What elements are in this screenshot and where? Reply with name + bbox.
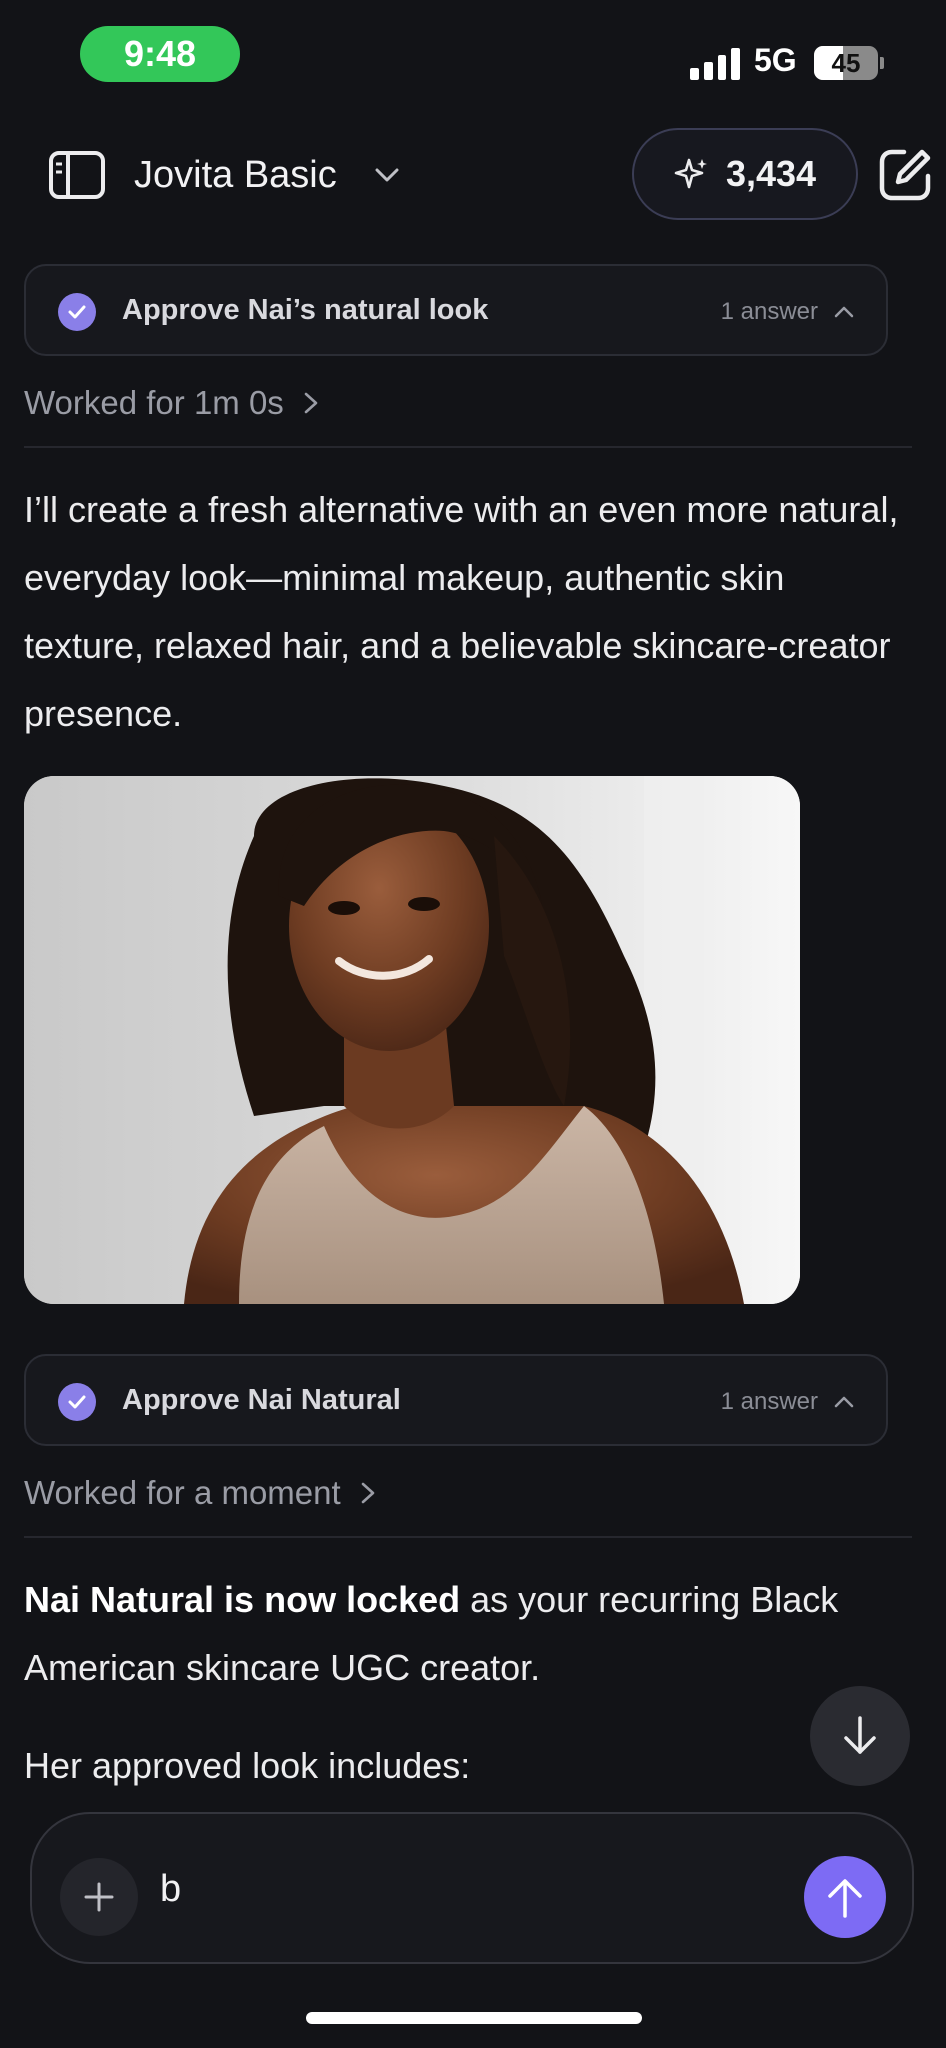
sidebar-toggle-button[interactable]: [48, 150, 106, 200]
signal-icon: [690, 46, 740, 80]
chevron-right-icon: [361, 1482, 374, 1504]
credits-count: 3,434: [725, 153, 817, 194]
assistant-message: Nai Natural is now locked as your recurr…: [24, 1566, 904, 1702]
task-label: Approve Nai Natural: [122, 1384, 401, 1416]
answer-count: 1 answer: [720, 1388, 818, 1415]
network-type: 5G: [754, 42, 797, 78]
worked-duration-link[interactable]: Worked for 1m 0s: [24, 384, 322, 422]
compose-icon: [879, 149, 931, 201]
sparkle-icon: [674, 158, 707, 189]
chevron-right-icon: [304, 392, 318, 414]
assistant-message: I’ll create a fresh alternative with an …: [24, 489, 899, 734]
message-composer[interactable]: b: [30, 1812, 914, 1964]
chat-header: Jovita Basic 3,434: [0, 120, 946, 230]
credits-button[interactable]: 3,434: [632, 128, 858, 220]
status-time: 9:48: [80, 26, 240, 82]
divider: [24, 446, 912, 448]
task-card-approve-nai-natural[interactable]: Approve Nai Natural 1 answer: [24, 1354, 888, 1446]
workspace-title[interactable]: Jovita Basic: [134, 154, 337, 197]
check-icon: [58, 293, 96, 331]
generated-portrait-image[interactable]: [24, 776, 800, 1304]
worked-duration-link[interactable]: Worked for a moment: [24, 1474, 379, 1512]
sidebar-icon: [49, 151, 105, 199]
check-icon: [58, 1383, 96, 1421]
worked-duration-text: Worked for a moment: [24, 1474, 341, 1511]
arrow-down-icon: [844, 1716, 876, 1754]
home-indicator: [306, 2012, 642, 2024]
worked-duration-text: Worked for 1m 0s: [24, 384, 284, 421]
assistant-message: Her approved look includes:: [24, 1745, 471, 1786]
arrow-up-icon: [828, 1879, 862, 1918]
new-chat-button[interactable]: [876, 146, 934, 204]
divider: [24, 1536, 912, 1538]
add-attachment-button[interactable]: [60, 1858, 138, 1936]
message-input[interactable]: b: [160, 1868, 181, 1911]
scroll-to-bottom-button[interactable]: [810, 1686, 910, 1786]
chevron-down-icon[interactable]: [372, 160, 402, 190]
send-button[interactable]: [804, 1856, 886, 1938]
plus-icon: [84, 1882, 114, 1912]
answer-count: 1 answer: [720, 298, 818, 325]
chevron-up-icon[interactable]: [832, 1390, 856, 1414]
battery-tip: [880, 57, 884, 69]
chevron-up-icon[interactable]: [832, 300, 856, 324]
battery-level: 45: [831, 47, 861, 78]
battery-icon: 45: [814, 46, 878, 80]
message-bold-text: Nai Natural is now locked: [24, 1579, 461, 1620]
task-card-approve-natural-look[interactable]: Approve Nai’s natural look 1 answer: [24, 264, 888, 356]
task-label: Approve Nai’s natural look: [122, 294, 489, 326]
status-bar: 9:48 5G 45: [0, 0, 946, 110]
